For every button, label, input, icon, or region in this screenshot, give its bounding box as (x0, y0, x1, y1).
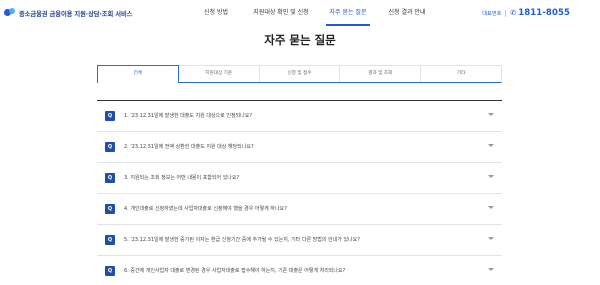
chevron-down-icon[interactable] (488, 237, 494, 240)
tab-other[interactable]: 기타 (421, 66, 501, 82)
contact-label: 대표번호 (482, 10, 502, 17)
faq-question: 1. '23.12.31일에 발생한 대출도 지원 대상으로 인정되나요? (124, 113, 253, 119)
faq-list: Q 1. '23.12.31일에 발생한 대출도 지원 대상으로 인정되나요? … (97, 100, 502, 285)
faq-item[interactable]: Q 4. 개인대출로 신청하였는데 사업자대출로 신청해야 했을 경우 어떻게 … (97, 194, 502, 225)
nav-faq[interactable]: 자주 묻는 질문 (324, 0, 372, 26)
tab-eligibility[interactable]: 지원대상 기준 (179, 66, 260, 82)
faq-category-tabs: 전체 지원대상 기준 신청 및 접수 결과 및 조회 기타 (97, 65, 502, 83)
q-badge: Q (105, 173, 115, 183)
page-title: 자주 묻는 질문 (264, 33, 336, 47)
top-header: 중소금융권 금융이용 지원·상담·조회 서비스 신청 방법 지원대상 확인 및 … (0, 0, 600, 26)
phone-icon: ✆ (510, 9, 517, 17)
faq-item[interactable]: Q 3. 지원되는 조회 정보는 어떤 내용이 포함되어 있나요? (97, 163, 502, 194)
faq-question: 2. '23.12.31일에 전액 상환한 대출도 지원 대상 해당되나요? (124, 144, 254, 150)
logo-text: 중소금융권 금융이용 지원·상담·조회 서비스 (19, 10, 133, 18)
nav-eligibility[interactable]: 지원대상 확인 및 신청 (244, 0, 318, 26)
faq-question: 4. 개인대출로 신청하였는데 사업자대출로 신청해야 했을 경우 어떻게 하나… (124, 206, 287, 212)
tab-application[interactable]: 신청 및 접수 (260, 66, 341, 82)
chevron-down-icon[interactable] (488, 175, 494, 178)
faq-question: 5. '23.12.31일에 발생한 증가된 이자는 환급 신청기간 중에 추가… (124, 237, 360, 243)
nav-results[interactable]: 신청 결과 안내 (382, 0, 432, 26)
contact-number[interactable]: 1811-8055 (518, 8, 570, 18)
faq-item[interactable]: Q 5. '23.12.31일에 발생한 증가된 이자는 환급 신청기간 중에 … (97, 225, 502, 256)
q-badge: Q (105, 204, 115, 214)
nav-apply-method[interactable]: 신청 방법 (196, 0, 236, 26)
q-badge: Q (105, 142, 115, 152)
logo-icon (4, 8, 16, 18)
faq-item[interactable]: Q 2. '23.12.31일에 전액 상환한 대출도 지원 대상 해당되나요? (97, 132, 502, 163)
faq-question: 3. 지원되는 조회 정보는 어떤 내용이 포함되어 있나요? (124, 175, 240, 181)
main-nav: 신청 방법 지원대상 확인 및 신청 자주 묻는 질문 신청 결과 안내 (196, 0, 432, 26)
q-badge: Q (105, 266, 115, 276)
divider (505, 9, 507, 17)
q-badge: Q (105, 235, 115, 245)
site-logo[interactable]: 중소금융권 금융이용 지원·상담·조회 서비스 (4, 6, 132, 20)
chevron-down-icon[interactable] (488, 206, 494, 209)
tab-all[interactable]: 전체 (97, 65, 179, 83)
chevron-down-icon[interactable] (488, 144, 494, 147)
q-badge: Q (105, 111, 115, 121)
faq-question: 6. 중간에 개인사업자 대출로 변경된 경우 사업자대출로 접수해야 하는지,… (124, 268, 346, 274)
chevron-down-icon[interactable] (488, 113, 494, 116)
faq-item[interactable]: Q 6. 중간에 개인사업자 대출로 변경된 경우 사업자대출로 접수해야 하는… (97, 256, 502, 285)
contact-info: 대표번호 ✆ 1811-8055 (482, 0, 570, 26)
chevron-down-icon[interactable] (488, 268, 494, 271)
tab-results[interactable]: 결과 및 조회 (340, 66, 422, 82)
faq-item[interactable]: Q 1. '23.12.31일에 발생한 대출도 지원 대상으로 인정되나요? (97, 101, 502, 132)
